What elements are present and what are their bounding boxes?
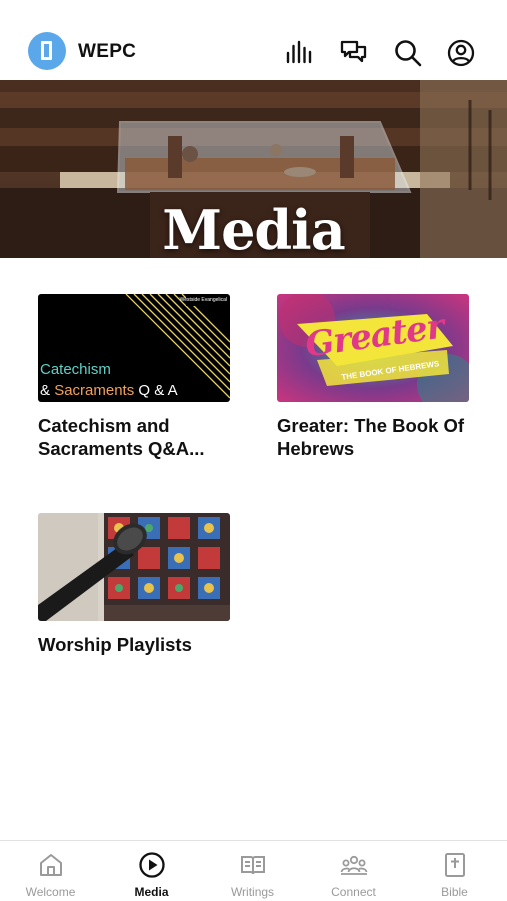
tab-writings[interactable]: Writings xyxy=(202,841,303,901)
book-open-icon xyxy=(241,856,265,875)
card-title: Greater: The Book Of Hebrews xyxy=(277,415,465,459)
card-title: Catechism and Sacraments Q&A... xyxy=(38,415,205,459)
hero-title: Media xyxy=(162,198,345,258)
tab-bible[interactable]: Bible xyxy=(404,841,505,901)
play-circle-icon xyxy=(139,852,165,878)
thumb-text-amp: & xyxy=(40,382,55,399)
thumb-text-qa: Q & A xyxy=(134,382,178,399)
thumb-text-catechism: Catechism xyxy=(40,361,111,378)
people-icon xyxy=(340,855,368,875)
tab-label: Connect xyxy=(331,885,376,899)
card-title: Worship Playlists xyxy=(38,634,192,655)
tab-label: Welcome xyxy=(25,885,76,899)
tab-label: Writings xyxy=(230,885,275,899)
tab-media[interactable]: Media xyxy=(101,841,202,901)
tab-welcome[interactable]: Welcome xyxy=(0,841,101,901)
chat-icon[interactable] xyxy=(339,38,369,68)
media-card-worship[interactable]: Worship Playlists xyxy=(38,513,238,656)
microphone-stained-glass-photo xyxy=(38,513,230,621)
media-card-greater[interactable]: Greater THE BOOK OF HEBREWS Greater: The… xyxy=(277,294,477,460)
thumb-corner-logo: Westside Evangelical xyxy=(179,297,227,303)
media-card-catechism[interactable]: Westside Evangelical Catechism & Sacrame… xyxy=(38,294,238,460)
church-logo[interactable] xyxy=(28,32,66,70)
card-thumbnail: Westside Evangelical Catechism & Sacrame… xyxy=(38,294,230,402)
account-icon[interactable] xyxy=(446,38,476,68)
thumb-text-sacraments: Sacraments xyxy=(54,382,135,399)
bottom-tab-bar: Welcome Media Writings Connect Bible xyxy=(0,840,507,901)
bible-icon xyxy=(445,853,465,877)
tab-label: Bible xyxy=(441,885,468,899)
home-icon xyxy=(40,854,62,876)
tab-connect[interactable]: Connect xyxy=(303,841,404,901)
hero-banner: Media xyxy=(0,80,507,258)
card-thumbnail xyxy=(38,513,230,621)
card-thumbnail: Greater THE BOOK OF HEBREWS xyxy=(277,294,469,402)
thumb-text-line2: & Sacraments Q & A xyxy=(40,382,178,399)
tab-label: Media xyxy=(134,885,169,899)
brand-name: WEPC xyxy=(78,41,137,62)
app-header: WEPC xyxy=(0,0,507,80)
search-icon[interactable] xyxy=(393,38,423,68)
audio-bars-icon[interactable] xyxy=(284,38,314,68)
